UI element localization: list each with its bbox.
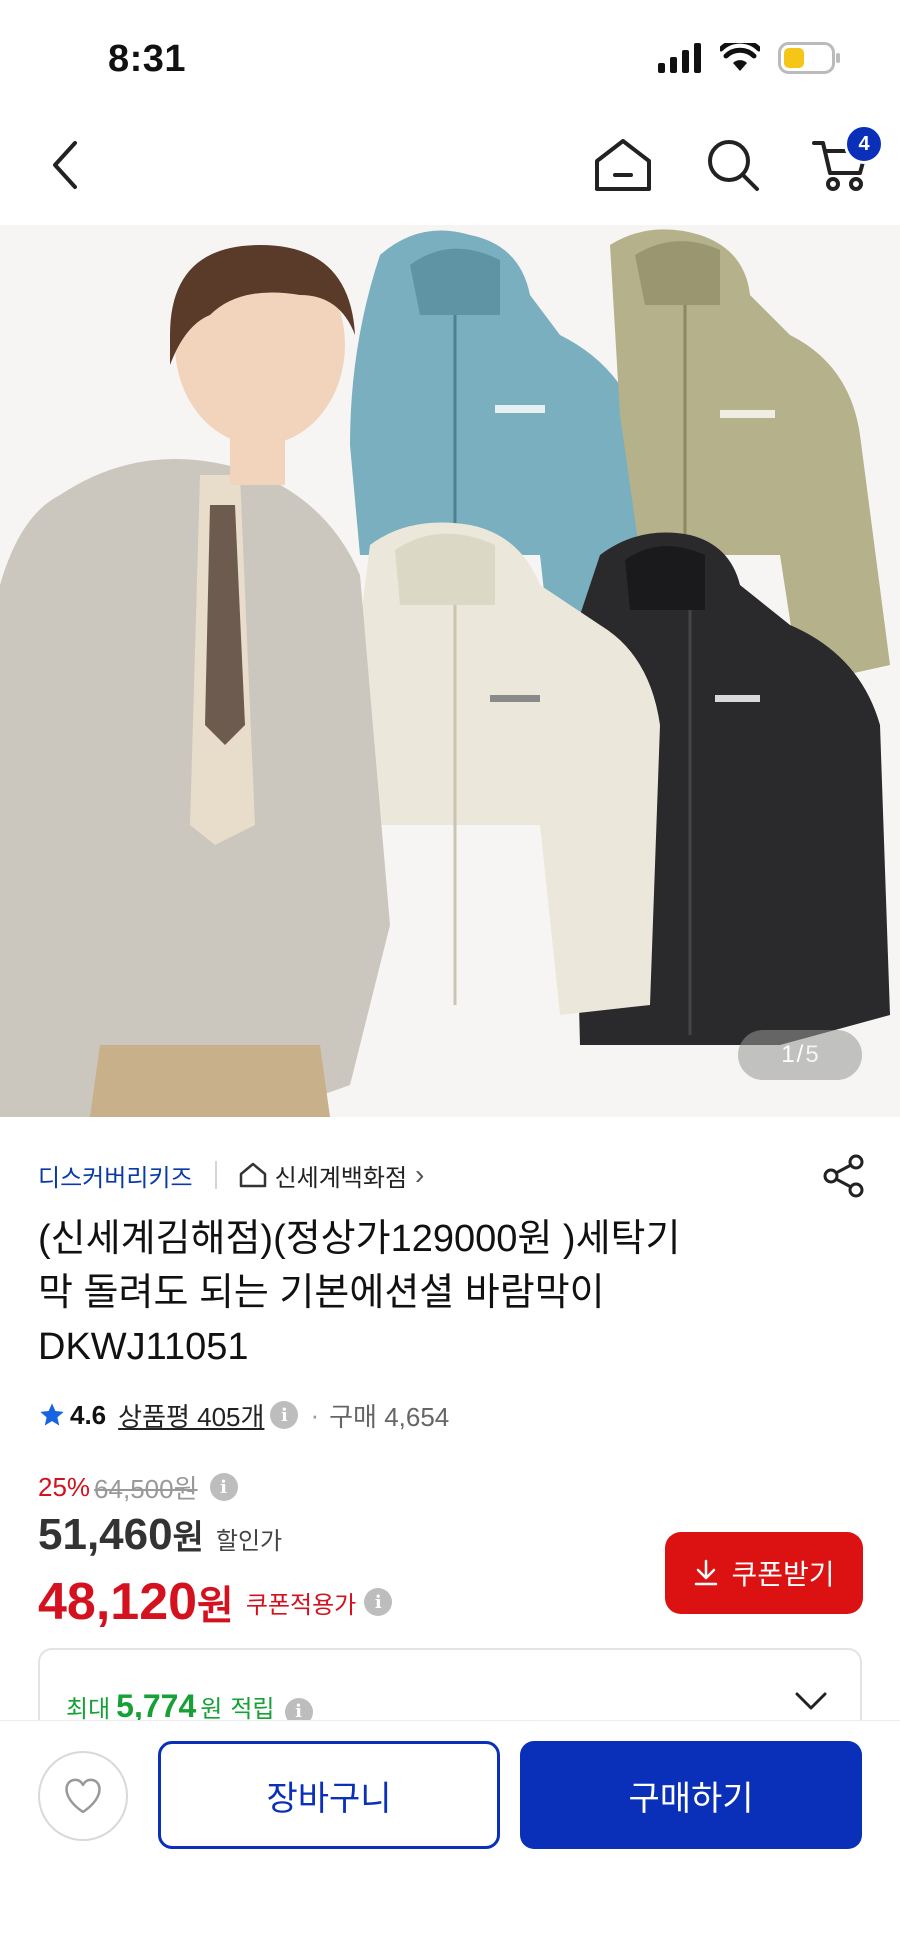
points-prefix: 최대: [66, 1696, 111, 1723]
wishlist-button[interactable]: [38, 1751, 128, 1841]
sale-price: 51,460: [38, 1510, 173, 1559]
share-button[interactable]: [818, 1150, 870, 1202]
gallery-page-separator: /: [796, 1041, 804, 1068]
status-icons: [658, 42, 842, 74]
coupon-price: 48,120: [38, 1573, 198, 1631]
product-title-line: DKWJ11051: [38, 1326, 249, 1368]
home-icon: [595, 139, 651, 191]
sale-price-unit: 원: [172, 1519, 204, 1557]
get-coupon-label: 쿠폰받기: [731, 1559, 835, 1590]
back-icon: [53, 141, 77, 189]
review-info-icon[interactable]: i: [270, 1401, 299, 1429]
chevron-down-icon[interactable]: [794, 1690, 828, 1712]
store-chevron-icon: ›: [415, 1159, 425, 1190]
store-link[interactable]: 신세계백화점 ›: [239, 1158, 425, 1193]
star-icon: [40, 1403, 64, 1426]
back-button[interactable]: [30, 130, 100, 200]
heart-icon: [65, 1778, 101, 1814]
buy-now-button[interactable]: 구매하기: [520, 1741, 862, 1849]
review-count-link[interactable]: 상품평 405개: [118, 1397, 264, 1434]
product-image[interactable]: [0, 225, 900, 1117]
product-title-line: 막 돌려도 되는 기본에션셜 바람막이: [38, 1272, 605, 1314]
coupon-price-unit: 원: [197, 1584, 234, 1628]
coupon-info-icon[interactable]: i: [364, 1588, 393, 1616]
share-icon: [823, 1154, 864, 1198]
gallery-total-pages: 5: [805, 1041, 819, 1068]
gallery-current-page: 1: [781, 1041, 795, 1068]
discount-row: 25% 64,500원 i: [38, 1468, 868, 1506]
add-to-cart-button[interactable]: 장바구니: [158, 1741, 500, 1849]
rating-score: 4.6: [70, 1399, 107, 1430]
product-title: (신세계김해점)(정상가129000원 )세탁기 막 돌려도 되는 기본에션셜 …: [38, 1212, 838, 1374]
cellular-signal-icon: [658, 43, 701, 73]
status-bar: 8:31: [0, 0, 900, 120]
wifi-icon: [720, 43, 760, 71]
search-button[interactable]: [698, 130, 768, 200]
store-name: 신세계백화점: [274, 1164, 408, 1192]
discount-rate: 25%: [38, 1471, 91, 1502]
rating-separator: ·: [310, 1399, 320, 1430]
sale-price-label: 할인가: [215, 1528, 283, 1555]
product-photo: [0, 225, 900, 1117]
gallery-page-indicator: 1/5: [738, 1030, 862, 1080]
cart-count-badge: 4: [844, 124, 884, 164]
original-price: 64,500원: [94, 1473, 198, 1504]
price-info-icon[interactable]: i: [209, 1473, 238, 1501]
home-indicator: [300, 1921, 600, 1931]
brand-link[interactable]: 디스커버리키즈: [38, 1158, 193, 1193]
home-button[interactable]: [588, 130, 658, 200]
rating-row: 4.6 상품평 405개 i · 구매 4,654: [38, 1395, 449, 1435]
bottom-action-bar: 장바구니 구매하기: [0, 1720, 900, 1947]
status-time: 8:31: [108, 38, 187, 80]
cart-button[interactable]: 4: [806, 124, 884, 200]
store-divider: [214, 1161, 217, 1189]
purchase-count: 구매 4,654: [329, 1401, 450, 1432]
battery-icon: [778, 42, 840, 74]
coupon-price-label: 쿠폰적용가: [245, 1591, 357, 1619]
points-unit: 원: [200, 1696, 223, 1723]
product-title-line: (신세계김해점)(정상가129000원 )세탁기: [38, 1218, 681, 1260]
search-icon: [708, 140, 759, 191]
top-navigation: 4: [0, 120, 900, 210]
get-coupon-button[interactable]: 쿠폰받기: [665, 1532, 863, 1614]
store-home-icon: [239, 1162, 266, 1188]
download-icon: [695, 1559, 718, 1586]
points-suffix: 적립: [230, 1696, 275, 1723]
store-row: 디스커버리키즈 신세계백화점 ›: [38, 1155, 424, 1195]
